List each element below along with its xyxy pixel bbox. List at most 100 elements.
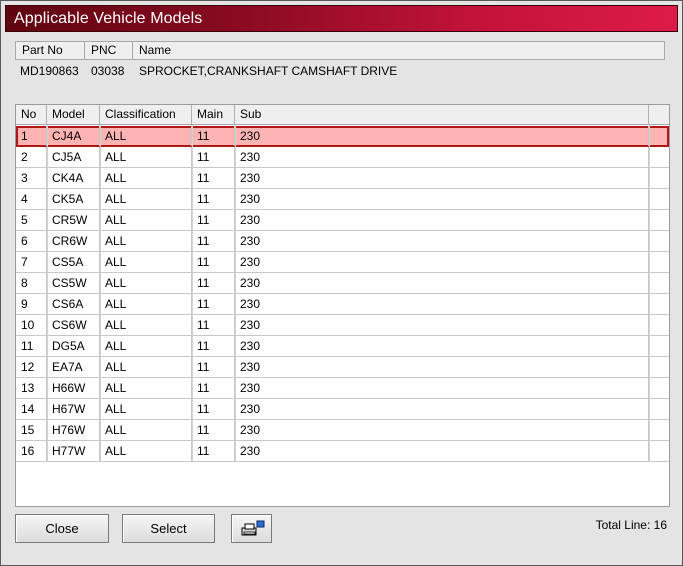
column-header-no[interactable]: No [16,105,47,124]
column-header-classification[interactable]: Classification [100,105,192,124]
cell-main: 11 [192,378,235,398]
cell-model: H67W [47,399,100,419]
cell-classification: ALL [100,336,192,356]
cell-classification: ALL [100,273,192,293]
table-row[interactable]: 9 CS6A ALL 11 230 [16,294,669,315]
table-row[interactable]: 7 CS5A ALL 11 230 [16,252,669,273]
cell-model: CJ5A [47,147,100,167]
part-no-value: MD190863 [20,64,79,78]
column-header-main[interactable]: Main [192,105,235,124]
cell-no: 11 [16,336,47,356]
cell-classification: ALL [100,315,192,335]
applicable-vehicle-models-dialog: Applicable Vehicle Models Part No PNC Na… [0,0,683,566]
part-no-header: Part No [16,42,85,59]
cell-classification: ALL [100,399,192,419]
cell-no: 13 [16,378,47,398]
table-row[interactable]: 10 CS6W ALL 11 230 [16,315,669,336]
close-button[interactable]: Close [15,514,109,543]
cell-no: 8 [16,273,47,293]
cell-model: H77W [47,441,100,461]
cell-main: 11 [192,315,235,335]
name-value: SPROCKET,CRANKSHAFT CAMSHAFT DRIVE [139,64,398,78]
title-bar[interactable]: Applicable Vehicle Models [5,5,678,32]
table-row[interactable]: 6 CR6W ALL 11 230 [16,231,669,252]
cell-no: 12 [16,357,47,377]
cell-sub: 230 [235,336,649,356]
table-row[interactable]: 2 CJ5A ALL 11 230 [16,147,669,168]
cell-no: 14 [16,399,47,419]
column-divider [192,125,193,461]
cell-classification: ALL [100,441,192,461]
column-divider [47,125,48,461]
cell-model: CS6W [47,315,100,335]
table-row[interactable]: 12 EA7A ALL 11 230 [16,357,669,378]
cell-main: 11 [192,126,235,146]
cell-model: CK5A [47,189,100,209]
table-row[interactable]: 1 CJ4A ALL 11 230 [16,126,669,147]
cell-no: 9 [16,294,47,314]
cell-sub: 230 [235,294,649,314]
cell-sub: 230 [235,126,649,146]
cell-classification: ALL [100,357,192,377]
table-row[interactable]: 11 DG5A ALL 11 230 [16,336,669,357]
cell-no: 10 [16,315,47,335]
cell-main: 11 [192,336,235,356]
cell-classification: ALL [100,294,192,314]
cell-no: 6 [16,231,47,251]
cell-no: 5 [16,210,47,230]
cell-sub: 230 [235,231,649,251]
part-info-row: MD190863 03038 SPROCKET,CRANKSHAFT CAMSH… [15,62,665,80]
cell-main: 11 [192,294,235,314]
cell-no: 2 [16,147,47,167]
column-header-sub[interactable]: Sub [235,105,649,124]
table-row[interactable]: 5 CR5W ALL 11 230 [16,210,669,231]
cell-main: 11 [192,441,235,461]
cell-classification: ALL [100,168,192,188]
cell-main: 11 [192,399,235,419]
pnc-value: 03038 [91,64,125,78]
select-button[interactable]: Select [122,514,215,543]
print-button[interactable] [231,514,272,543]
cell-sub: 230 [235,441,649,461]
cell-model: CR6W [47,231,100,251]
cell-main: 11 [192,273,235,293]
cell-model: CS5W [47,273,100,293]
cell-no: 3 [16,168,47,188]
cell-model: CS5A [47,252,100,272]
cell-main: 11 [192,168,235,188]
cell-main: 11 [192,147,235,167]
column-divider [235,125,236,461]
table-row[interactable]: 16 H77W ALL 11 230 [16,441,669,462]
table-row[interactable]: 15 H76W ALL 11 230 [16,420,669,441]
name-header: Name [139,43,172,57]
cell-sub: 230 [235,378,649,398]
cell-main: 11 [192,231,235,251]
column-header-model[interactable]: Model [47,105,100,124]
printer-icon [241,520,265,536]
cell-classification: ALL [100,147,192,167]
cell-sub: 230 [235,210,649,230]
cell-main: 11 [192,210,235,230]
part-info-panel: Part No PNC Name MD190863 03038 SPROCKET… [15,41,665,101]
cell-no: 7 [16,252,47,272]
cell-main: 11 [192,189,235,209]
table-header: No Model Classification Main Sub [16,105,669,125]
table-row[interactable]: 3 CK4A ALL 11 230 [16,168,669,189]
table-row[interactable]: 13 H66W ALL 11 230 [16,378,669,399]
table-row[interactable]: 14 H67W ALL 11 230 [16,399,669,420]
cell-main: 11 [192,252,235,272]
table-row[interactable]: 8 CS5W ALL 11 230 [16,273,669,294]
table-row[interactable]: 4 CK5A ALL 11 230 [16,189,669,210]
window-title: Applicable Vehicle Models [14,10,203,27]
column-divider [100,125,101,461]
cell-sub: 230 [235,273,649,293]
vehicle-models-table[interactable]: No Model Classification Main Sub 1 CJ4A AL… [15,104,670,507]
cell-model: EA7A [47,357,100,377]
cell-no: 1 [16,126,47,146]
cell-model: CK4A [47,168,100,188]
cell-sub: 230 [235,147,649,167]
cell-sub: 230 [235,420,649,440]
cell-sub: 230 [235,252,649,272]
total-line-label: Total Line: 16 [595,518,667,532]
cell-sub: 230 [235,315,649,335]
